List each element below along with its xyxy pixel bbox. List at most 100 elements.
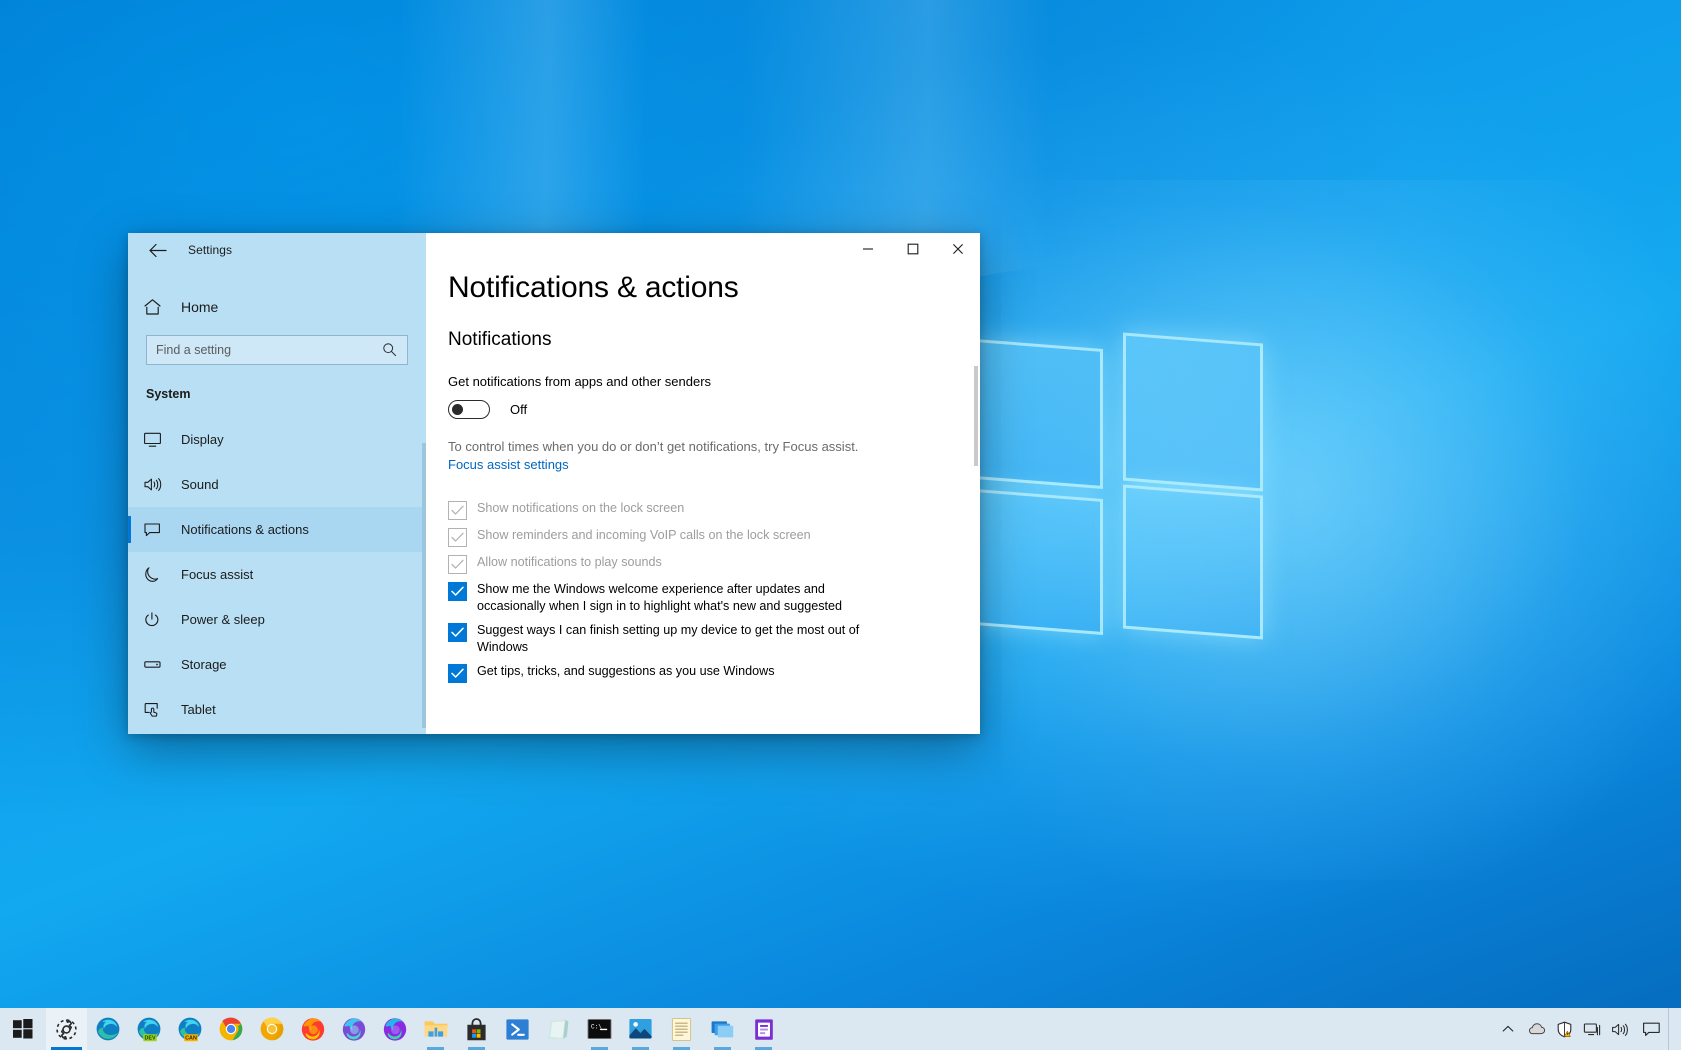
settings-window: Settings Home Find a setting System Disp… xyxy=(128,233,980,734)
volume-icon[interactable] xyxy=(1606,1008,1634,1050)
app-taskbar-icon[interactable] xyxy=(743,1008,784,1050)
sidebar-item-label: Focus assist xyxy=(181,567,254,582)
sidebar-item-power-and-sleep[interactable]: Power & sleep xyxy=(128,597,426,642)
checkbox-finish-setup-suggestions[interactable] xyxy=(448,623,467,642)
edge-dev-taskbar-icon[interactable]: DEV xyxy=(128,1008,169,1050)
firefox-dev-taskbar-icon[interactable] xyxy=(333,1008,374,1050)
toggle-state-label: Off xyxy=(510,402,528,417)
power-icon xyxy=(143,611,177,628)
sidebar-item-sound[interactable]: Sound xyxy=(128,462,426,507)
microsoft-store-taskbar-icon[interactable] xyxy=(456,1008,497,1050)
sidebar-item-display[interactable]: Display xyxy=(128,417,426,462)
sidebar-item-label: Storage xyxy=(181,657,227,672)
edge-taskbar-icon[interactable] xyxy=(87,1008,128,1050)
checkbox-row[interactable]: Show notifications on the lock screen xyxy=(448,500,980,520)
windows-wallpaper-logo xyxy=(975,332,1275,643)
action-center-icon[interactable] xyxy=(1634,1008,1668,1050)
sidebar-group-heading: System xyxy=(146,387,191,401)
sidebar-item-label: Power & sleep xyxy=(181,612,265,627)
notifications-toggle-label: Get notifications from apps and other se… xyxy=(448,374,712,389)
logo-pane xyxy=(975,488,1103,636)
chrome-taskbar-icon[interactable] xyxy=(210,1008,251,1050)
system-tray xyxy=(1494,1008,1681,1050)
monitor-icon xyxy=(143,431,177,448)
settings-taskbar-icon[interactable] xyxy=(46,1008,87,1050)
focus-assist-hint: To control times when you do or don’t ge… xyxy=(448,439,859,454)
checkbox-notification-sounds[interactable] xyxy=(448,555,467,574)
checkbox-label: Get tips, tricks, and suggestions as you… xyxy=(477,664,775,678)
powershell-taskbar-icon[interactable] xyxy=(497,1008,538,1050)
sidebar-item-label: Home xyxy=(181,299,219,315)
cloud-icon[interactable] xyxy=(1522,1008,1550,1050)
toggle-knob xyxy=(452,404,463,415)
drive-icon xyxy=(143,656,177,673)
sidebar-item-label: Display xyxy=(181,432,224,447)
tablet-touch-icon xyxy=(143,701,177,718)
sticky-notes-taskbar-icon[interactable] xyxy=(538,1008,579,1050)
search-box[interactable] xyxy=(146,335,408,365)
checkbox-row[interactable]: Allow notifications to play sounds xyxy=(448,554,980,574)
network-icon[interactable] xyxy=(1578,1008,1606,1050)
speaker-icon xyxy=(143,476,177,493)
checkbox-label: Suggest ways I can finish setting up my … xyxy=(477,623,860,654)
checkbox-tips-and-tricks[interactable] xyxy=(448,664,467,683)
checkbox-row[interactable]: Show reminders and incoming VoIP calls o… xyxy=(448,527,980,547)
checkbox-lock-screen-notifications[interactable] xyxy=(448,501,467,520)
remote-desktop-taskbar-icon[interactable] xyxy=(702,1008,743,1050)
sidebar-item-storage[interactable]: Storage xyxy=(128,642,426,687)
checkbox-row[interactable]: Get tips, tricks, and suggestions as you… xyxy=(448,663,980,683)
sidebar-item-label: Tablet xyxy=(181,702,216,717)
file-explorer-taskbar-icon[interactable] xyxy=(415,1008,456,1050)
show-desktop-button[interactable] xyxy=(1668,1008,1675,1050)
command-prompt-taskbar-icon[interactable]: C:\ xyxy=(579,1008,620,1050)
logo-pane xyxy=(975,338,1103,490)
moon-icon xyxy=(143,566,177,583)
notification-options-list: Show notifications on the lock screen Sh… xyxy=(448,500,980,683)
checkbox-row[interactable]: Suggest ways I can finish setting up my … xyxy=(448,622,980,656)
focus-assist-settings-link[interactable]: Focus assist settings xyxy=(448,457,569,472)
sidebar-nav-list: Display Sound Notifications & actions Fo… xyxy=(128,417,426,732)
window-titlebar-left: Settings xyxy=(128,233,426,267)
taskbar: DEV CAN C:\ xyxy=(0,1008,1681,1050)
chat-bubble-icon xyxy=(143,521,177,538)
desktop: Settings Home Find a setting System Disp… xyxy=(0,0,1681,1050)
page-title: Notifications & actions xyxy=(448,271,739,304)
content-scroll-region: Notifications & actions Notifications Ge… xyxy=(426,233,980,734)
firefox-nightly-taskbar-icon[interactable] xyxy=(374,1008,415,1050)
sidebar-item-focus-assist[interactable]: Focus assist xyxy=(128,552,426,597)
checkbox-row[interactable]: Show me the Windows welcome experience a… xyxy=(448,581,980,615)
window-title: Settings xyxy=(188,243,233,257)
windows-start-icon[interactable] xyxy=(0,1008,46,1050)
checkbox-label: Show me the Windows welcome experience a… xyxy=(477,582,843,613)
search-input[interactable] xyxy=(146,335,408,365)
edge-canary-taskbar-icon[interactable]: CAN xyxy=(169,1008,210,1050)
shield-warning-icon[interactable] xyxy=(1550,1008,1578,1050)
sidebar-item-home[interactable]: Home xyxy=(128,287,426,327)
sidebar-item-notifications-and-actions[interactable]: Notifications & actions xyxy=(128,507,426,552)
firefox-taskbar-icon[interactable] xyxy=(292,1008,333,1050)
checkbox-welcome-experience[interactable] xyxy=(448,582,467,601)
checkbox-label: Show notifications on the lock screen xyxy=(477,501,685,515)
home-icon xyxy=(143,298,177,316)
checkbox-label: Show reminders and incoming VoIP calls o… xyxy=(477,528,811,542)
logo-pane xyxy=(1123,484,1263,640)
sidebar-item-label: Sound xyxy=(181,477,219,492)
content-scrollbar[interactable] xyxy=(974,366,978,466)
sidebar-item-tablet[interactable]: Tablet xyxy=(128,687,426,732)
svg-text:CAN: CAN xyxy=(185,1036,197,1042)
checkbox-label: Allow notifications to play sounds xyxy=(477,555,662,569)
notifications-toggle-row: Off xyxy=(448,400,980,419)
chrome-canary-taskbar-icon[interactable] xyxy=(251,1008,292,1050)
photos-taskbar-icon[interactable] xyxy=(620,1008,661,1050)
notepad-taskbar-icon[interactable] xyxy=(661,1008,702,1050)
svg-text:DEV: DEV xyxy=(144,1036,155,1042)
section-heading: Notifications xyxy=(448,329,552,350)
checkbox-voip-lock-screen[interactable] xyxy=(448,528,467,547)
back-arrow-icon[interactable] xyxy=(138,235,176,265)
settings-sidebar: Settings Home Find a setting System Disp… xyxy=(128,233,426,734)
logo-pane xyxy=(1123,332,1263,492)
sidebar-item-label: Notifications & actions xyxy=(181,522,309,537)
settings-content-pane: Notifications & actions Notifications Ge… xyxy=(426,233,980,734)
chevron-up-icon[interactable] xyxy=(1494,1008,1522,1050)
notifications-toggle[interactable] xyxy=(448,400,490,419)
